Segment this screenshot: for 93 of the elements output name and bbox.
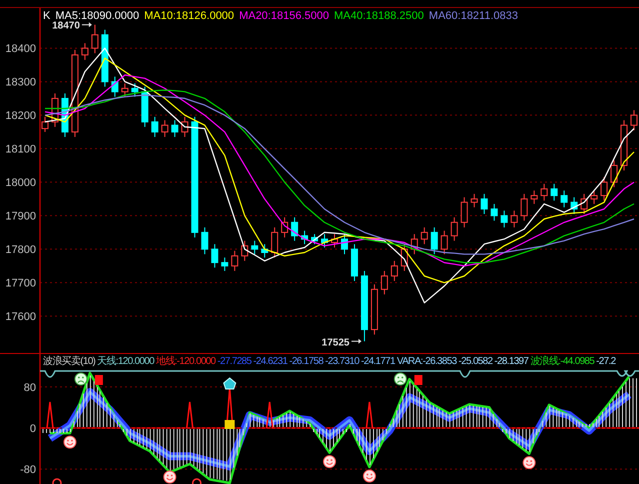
pointer-arrow <box>81 22 92 28</box>
candlestick <box>271 226 278 258</box>
candlestick <box>460 196 468 228</box>
candlestick <box>560 190 568 208</box>
candlestick <box>630 110 638 131</box>
candlestick <box>171 120 178 138</box>
axis-label: 17700 <box>5 278 36 290</box>
candlestick <box>470 193 478 208</box>
pointer-arrow <box>350 338 362 344</box>
legend-value: 波浪买卖(10) <box>43 355 96 368</box>
candlestick <box>211 244 218 268</box>
candlestick <box>540 183 548 202</box>
candlestick <box>311 234 318 245</box>
candlestick <box>121 82 128 98</box>
candlestick <box>131 82 138 98</box>
axis-label: 18300 <box>5 76 36 89</box>
candlestick <box>360 270 368 342</box>
legend-value: -24.6231 <box>253 355 288 368</box>
legend-value: VARA:-26.3853 <box>396 355 457 368</box>
legend-value: -27.2 <box>596 355 616 368</box>
candlestick <box>161 120 168 138</box>
axis-label: 18400 <box>5 43 36 56</box>
legend-value: 天线:120.0000 <box>97 355 154 368</box>
candlestick <box>600 176 608 202</box>
legend-value: MA5:18090.0000 <box>55 10 140 22</box>
candlestick <box>590 190 598 204</box>
candlestick <box>430 226 438 255</box>
axis-label: 17800 <box>5 244 36 256</box>
candlestick <box>221 257 228 272</box>
candlestick <box>231 250 238 272</box>
candlestick <box>42 116 48 132</box>
candlestick <box>101 29 108 88</box>
candlestick <box>610 160 618 188</box>
candlestick <box>580 193 588 214</box>
candlestick <box>380 270 388 295</box>
candlestick <box>570 196 578 214</box>
candlestick <box>520 193 528 222</box>
candlestick <box>550 183 558 202</box>
legend-value: 波浪线:-44.0985 <box>530 355 594 368</box>
candlestick <box>510 210 518 228</box>
candlestick <box>490 203 498 222</box>
candlestick <box>440 230 448 255</box>
candlestick <box>261 244 268 258</box>
candlestick <box>251 240 258 255</box>
axis-label: 17600 <box>5 311 36 324</box>
legend-value: -27.7285 <box>217 355 252 368</box>
legend-value: MA40:18188.2500 <box>334 10 424 23</box>
legend-value: -24.1771 <box>360 355 395 368</box>
candlestick <box>620 120 628 171</box>
candlestick <box>450 216 458 242</box>
axis-label: 80 <box>24 382 36 394</box>
candlestick <box>480 193 488 214</box>
candlestick <box>291 216 298 242</box>
candlestick <box>390 260 398 282</box>
candlestick <box>281 216 288 238</box>
candlestick <box>420 226 428 245</box>
candlestick <box>530 190 538 204</box>
legend-value: MA60:18211.0833 <box>428 10 518 23</box>
candlestick <box>91 24 98 54</box>
legend-value: -26.1758 <box>289 355 324 368</box>
axis-label: 0 <box>30 423 36 435</box>
legend-value: MA20:18156.5000 <box>239 10 329 23</box>
candlestick <box>301 230 308 245</box>
axis-label: 18000 <box>5 177 36 190</box>
candlestick <box>201 226 208 255</box>
candlestick <box>321 234 328 248</box>
candlestick <box>51 92 58 128</box>
candlestick <box>370 284 378 336</box>
legend-value: 地线:-120.0000 <box>156 355 216 368</box>
candlestick <box>61 92 68 138</box>
axis-label: -80 <box>20 464 36 476</box>
legend-value: -25.0582 <box>458 355 492 368</box>
candlestick <box>400 244 408 272</box>
candlestick <box>151 116 158 138</box>
candlestick <box>81 42 88 60</box>
price-label: 17525 <box>322 337 350 348</box>
candlestick <box>350 244 358 282</box>
candlestick <box>141 86 148 128</box>
candlestick <box>410 234 418 255</box>
candlestick <box>181 116 188 138</box>
legend-value: -23.7310 <box>325 355 359 368</box>
legend-value: K <box>43 10 50 23</box>
candlestick <box>500 210 508 228</box>
candlestick <box>341 234 348 255</box>
candlestick <box>241 240 248 262</box>
axis-label: 18100 <box>5 144 36 156</box>
legend-value: -28.1397 <box>494 355 528 368</box>
axis-label: 18200 <box>5 110 36 122</box>
candlestick <box>111 76 118 98</box>
axis-label: 17900 <box>5 210 36 223</box>
legend-value: MA10:18126.0000 <box>144 10 234 23</box>
price-label: 18470 <box>52 20 80 32</box>
candlestick <box>331 234 338 248</box>
